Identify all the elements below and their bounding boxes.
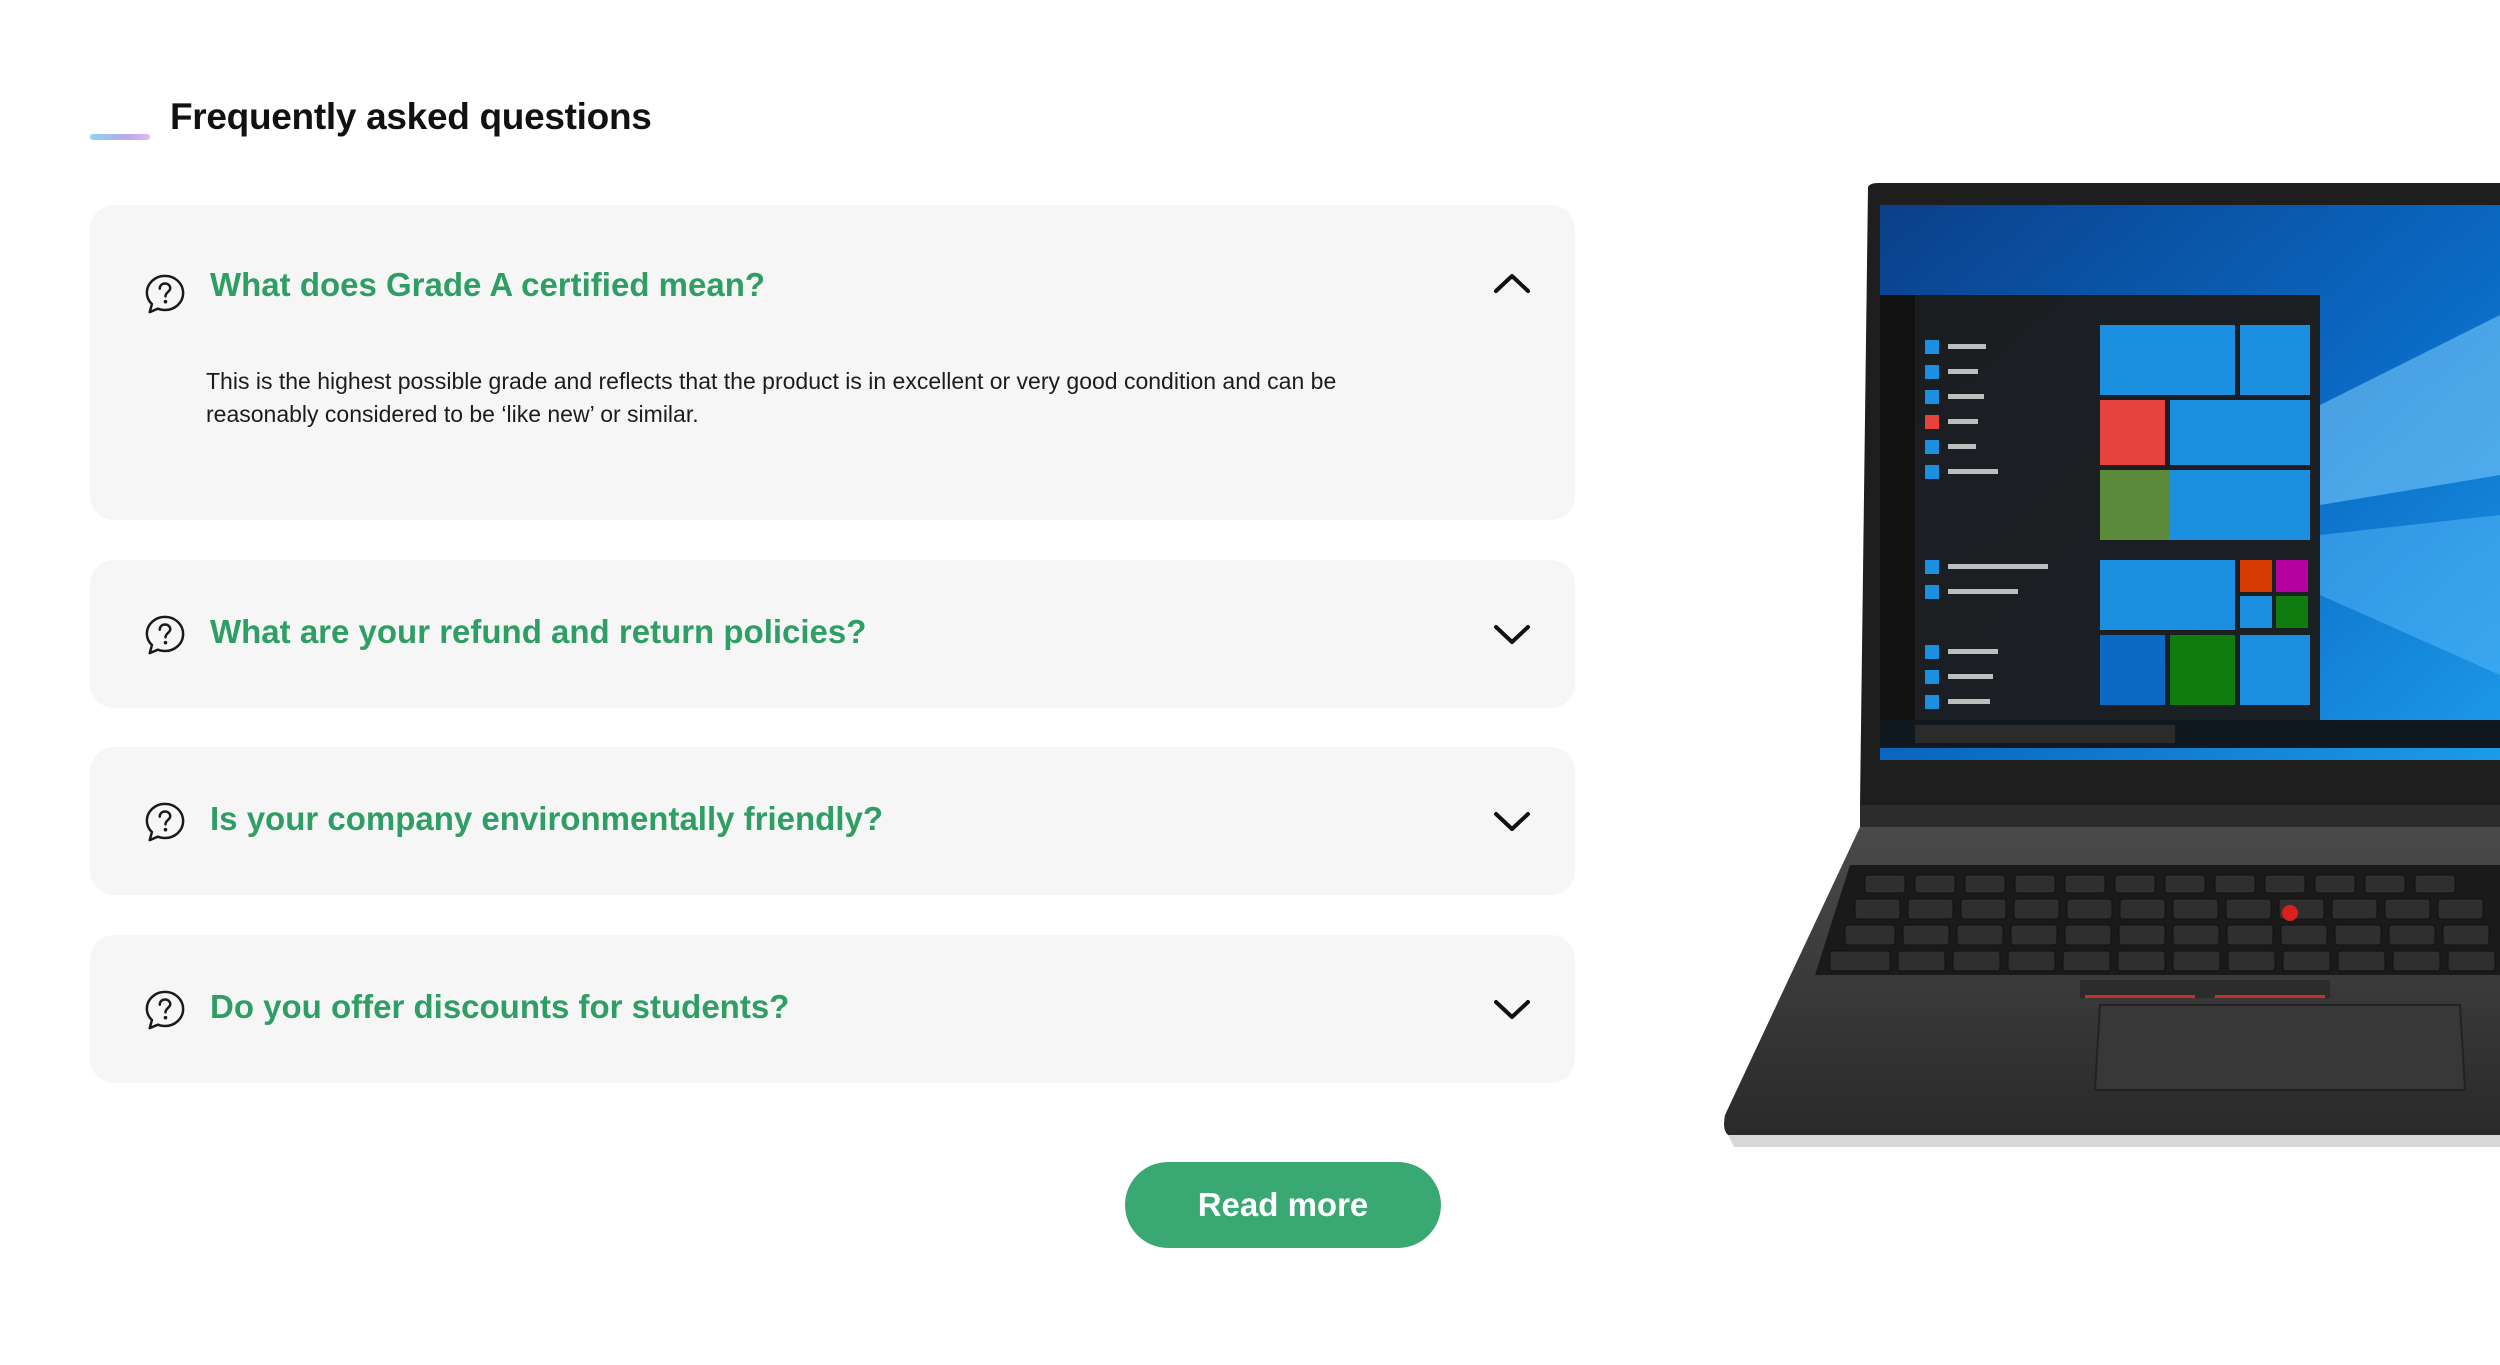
faq-question: What does Grade A certified mean? [210, 266, 766, 303]
faq-answer-line: This is the highest possible grade and r… [206, 368, 1337, 394]
faq-question-toggle[interactable]: Is your company environmentally friendly… [90, 747, 1575, 895]
faq-question: Do you offer discounts for students? [210, 988, 790, 1025]
faq-question-toggle[interactable]: What does Grade A certified mean? [90, 205, 1575, 353]
chevron-down-icon[interactable] [1493, 809, 1531, 833]
faq-question: Is your company environmentally friendly… [210, 800, 884, 837]
read-more-button[interactable]: Read more [1125, 1162, 1441, 1248]
question-bubble-icon [145, 615, 185, 655]
faq-item: What are your refund and return policies… [90, 560, 1575, 708]
question-bubble-icon [145, 990, 185, 1030]
question-bubble-icon [145, 274, 185, 314]
question-bubble-icon [145, 802, 185, 842]
faq-question-toggle[interactable]: What are your refund and return policies… [90, 560, 1575, 708]
title-accent-bar [90, 134, 150, 140]
faq-answer: This is the highest possible grade and r… [206, 365, 1446, 431]
faq-item: What does Grade A certified mean? This i… [90, 205, 1575, 520]
faq-answer-line: reasonably considered to be ‘like new’ o… [206, 401, 699, 427]
faq-item: Do you offer discounts for students? [90, 935, 1575, 1083]
section-title: Frequently asked questions [170, 96, 652, 137]
chevron-down-icon[interactable] [1493, 622, 1531, 646]
faq-question: What are your refund and return policies… [210, 613, 867, 650]
faq-section: Frequently asked questions What does Gra… [0, 0, 2500, 1365]
chevron-up-icon[interactable] [1493, 271, 1531, 295]
chevron-down-icon[interactable] [1493, 997, 1531, 1021]
faq-item: Is your company environmentally friendly… [90, 747, 1575, 895]
faq-question-toggle[interactable]: Do you offer discounts for students? [90, 935, 1575, 1083]
laptop-product-image [1724, 183, 2500, 1147]
